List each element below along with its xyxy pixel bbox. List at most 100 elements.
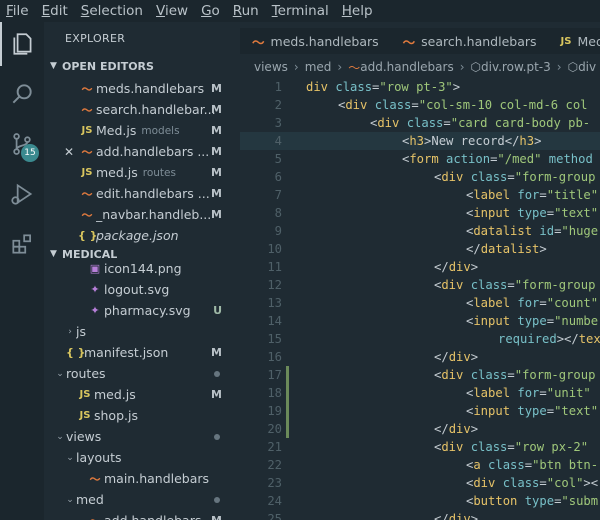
code-line[interactable]: 14 <input type="numbe [240, 312, 600, 330]
file-folder-desc: routes [142, 166, 176, 179]
code-text: <input type="text" [466, 404, 599, 418]
tab-2[interactable]: JS Med.js [549, 28, 600, 54]
code-editor[interactable]: 1 div class="row pt-3"> 2 <div class="col-s… [240, 78, 600, 520]
menu-view[interactable]: View [156, 3, 188, 19]
open-editor-item[interactable]: 〜 meds.handlebars M [44, 78, 240, 99]
file-item[interactable]: 〜 main.handlebars [44, 468, 240, 489]
menu-run[interactable]: Run [233, 3, 259, 19]
line-number: 3 [274, 116, 282, 130]
line-number: 24 [267, 494, 282, 508]
file-item[interactable]: 〜add.handlebars M [44, 510, 240, 520]
code-line[interactable]: 17 <div class="form-group [240, 366, 600, 384]
close-icon[interactable]: ✕ [64, 145, 74, 159]
file-item[interactable]: JS shop.js [44, 405, 240, 426]
tab-1[interactable]: 〜 search.handlebars [391, 28, 549, 54]
explorer-icon[interactable] [0, 22, 44, 66]
menu-go[interactable]: Go [201, 3, 220, 19]
code-line[interactable]: 16 </div> [240, 348, 600, 366]
search-icon[interactable] [0, 72, 44, 116]
line-number: 7 [274, 188, 282, 202]
code-line[interactable]: 23 <div class="col">< [240, 474, 600, 492]
menu-terminal[interactable]: Terminal [272, 3, 329, 19]
code-line[interactable]: 11 </div> [240, 258, 600, 276]
folder-item[interactable]: ⌄ layouts [44, 447, 240, 468]
code-line[interactable]: 24 <button type="subm [240, 492, 600, 510]
menu-file[interactable]: File [6, 3, 29, 19]
folder-name: layouts [76, 450, 122, 465]
open-editor-item[interactable]: ✕ 〜 add.handlebars ... M [44, 141, 240, 162]
file-name: shop.js [94, 408, 138, 423]
code-line[interactable]: 7 <label for="title" [240, 186, 600, 204]
breadcrumb-item[interactable]: views [254, 60, 288, 74]
code-line[interactable]: 5 <form action="/med" method [240, 150, 600, 168]
handlebars-icon: 〜 [81, 103, 93, 117]
open-editor-item[interactable]: { } package.json [44, 225, 240, 246]
line-number: 25 [267, 512, 282, 520]
file-item[interactable]: ✦ pharmacy.svg U [44, 300, 240, 321]
open-editor-item[interactable]: 〜 search.handlebar... M [44, 99, 240, 120]
line-number: 20 [267, 422, 282, 436]
chevron-down-icon: ⌄ [66, 452, 74, 463]
run-debug-icon[interactable] [0, 172, 44, 216]
tab-0[interactable]: 〜 meds.handlebars [240, 28, 391, 54]
line-number: 11 [267, 260, 282, 274]
code-text: <div class="form-group [434, 368, 596, 382]
code-line[interactable]: 10 </datalist> [240, 240, 600, 258]
code-text: <div class="col">< [466, 476, 599, 490]
code-line[interactable]: 18 <label for="unit" [240, 384, 600, 402]
code-line[interactable]: 19 <input type="text" [240, 402, 600, 420]
explorer-sidebar: EXPLORER ▼ OPEN EDITORS 〜 meds.handlebars… [44, 22, 240, 520]
file-item[interactable]: JS med.js M [44, 384, 240, 405]
git-status-badge: M [211, 103, 222, 116]
folder-item[interactable]: › js [44, 321, 240, 342]
code-line[interactable]: 21 <div class="row px-2" [240, 438, 600, 456]
file-name: manifest.json [84, 345, 169, 360]
folder-item[interactable]: ⌄ med [44, 489, 240, 510]
code-line[interactable]: 2 <div class="col-sm-10 col-md-6 col [240, 96, 600, 114]
code-line[interactable]: 4 <h3>New record</h3> [240, 132, 600, 150]
element-icon: ⬡ [567, 60, 579, 74]
code-line[interactable]: 20 </div> [240, 420, 600, 438]
breadcrumb-item[interactable]: div [578, 60, 596, 74]
extensions-icon[interactable] [0, 222, 44, 266]
code-line[interactable]: 3 <div class="card card-body pb- [240, 114, 600, 132]
code-line[interactable]: 25 </div> [240, 510, 600, 520]
file-item[interactable]: { } manifest.json M [44, 342, 240, 363]
file-item[interactable]: ✦ logout.svg [44, 279, 240, 300]
code-text: <input type="text" [466, 206, 599, 220]
folder-item[interactable]: ⌄ routes [44, 363, 240, 384]
file-name: pharmacy.svg [104, 303, 191, 318]
open-editor-item[interactable]: 〜 _navbar.handleb... M [44, 204, 240, 225]
code-line[interactable]: 1 div class="row pt-3"> [240, 78, 600, 96]
breadcrumb-item[interactable]: add.handlebars [360, 60, 453, 74]
code-line[interactable]: 22 <a class="btn btn- [240, 456, 600, 474]
code-text: </div> [434, 512, 479, 520]
code-text: <label for="unit" [466, 386, 591, 400]
breadcrumb-item[interactable]: div.row.pt-3 [481, 60, 551, 74]
code-line[interactable]: 13 <label for="count" [240, 294, 600, 312]
image-icon: ▣ [89, 262, 101, 275]
file-name: _navbar.handleb... [96, 207, 212, 222]
menu-edit[interactable]: Edit [42, 3, 68, 19]
sidebar-title: EXPLORER [65, 32, 126, 45]
code-text: <button type="subm [466, 494, 599, 508]
code-line[interactable]: 9 <datalist id="huge [240, 222, 600, 240]
modified-dot-icon [214, 497, 220, 503]
open-editors-header[interactable]: ▼ OPEN EDITORS [44, 56, 240, 76]
line-number: 12 [267, 278, 282, 292]
open-editor-item[interactable]: JS med.js routes M [44, 162, 240, 183]
file-item[interactable]: ▣ icon144.png [44, 258, 240, 279]
open-editor-item[interactable]: JS Med.js models M [44, 120, 240, 141]
js-icon: JS [81, 167, 93, 178]
code-line[interactable]: 8 <input type="text" [240, 204, 600, 222]
source-control-icon[interactable]: 15 [0, 122, 44, 166]
open-editor-item[interactable]: 〜 edit.handlebars ... M [44, 183, 240, 204]
code-line[interactable]: 6 <div class="form-group [240, 168, 600, 186]
code-line[interactable]: 12 <div class="form-group [240, 276, 600, 294]
menu-help[interactable]: Help [342, 3, 373, 19]
folder-item[interactable]: ⌄ views [44, 426, 240, 447]
breadcrumb-item[interactable]: med [305, 60, 332, 74]
menu-selection[interactable]: Selection [81, 3, 143, 19]
code-line[interactable]: 15 required></tex [240, 330, 600, 348]
svg-icon: ✦ [90, 304, 100, 317]
